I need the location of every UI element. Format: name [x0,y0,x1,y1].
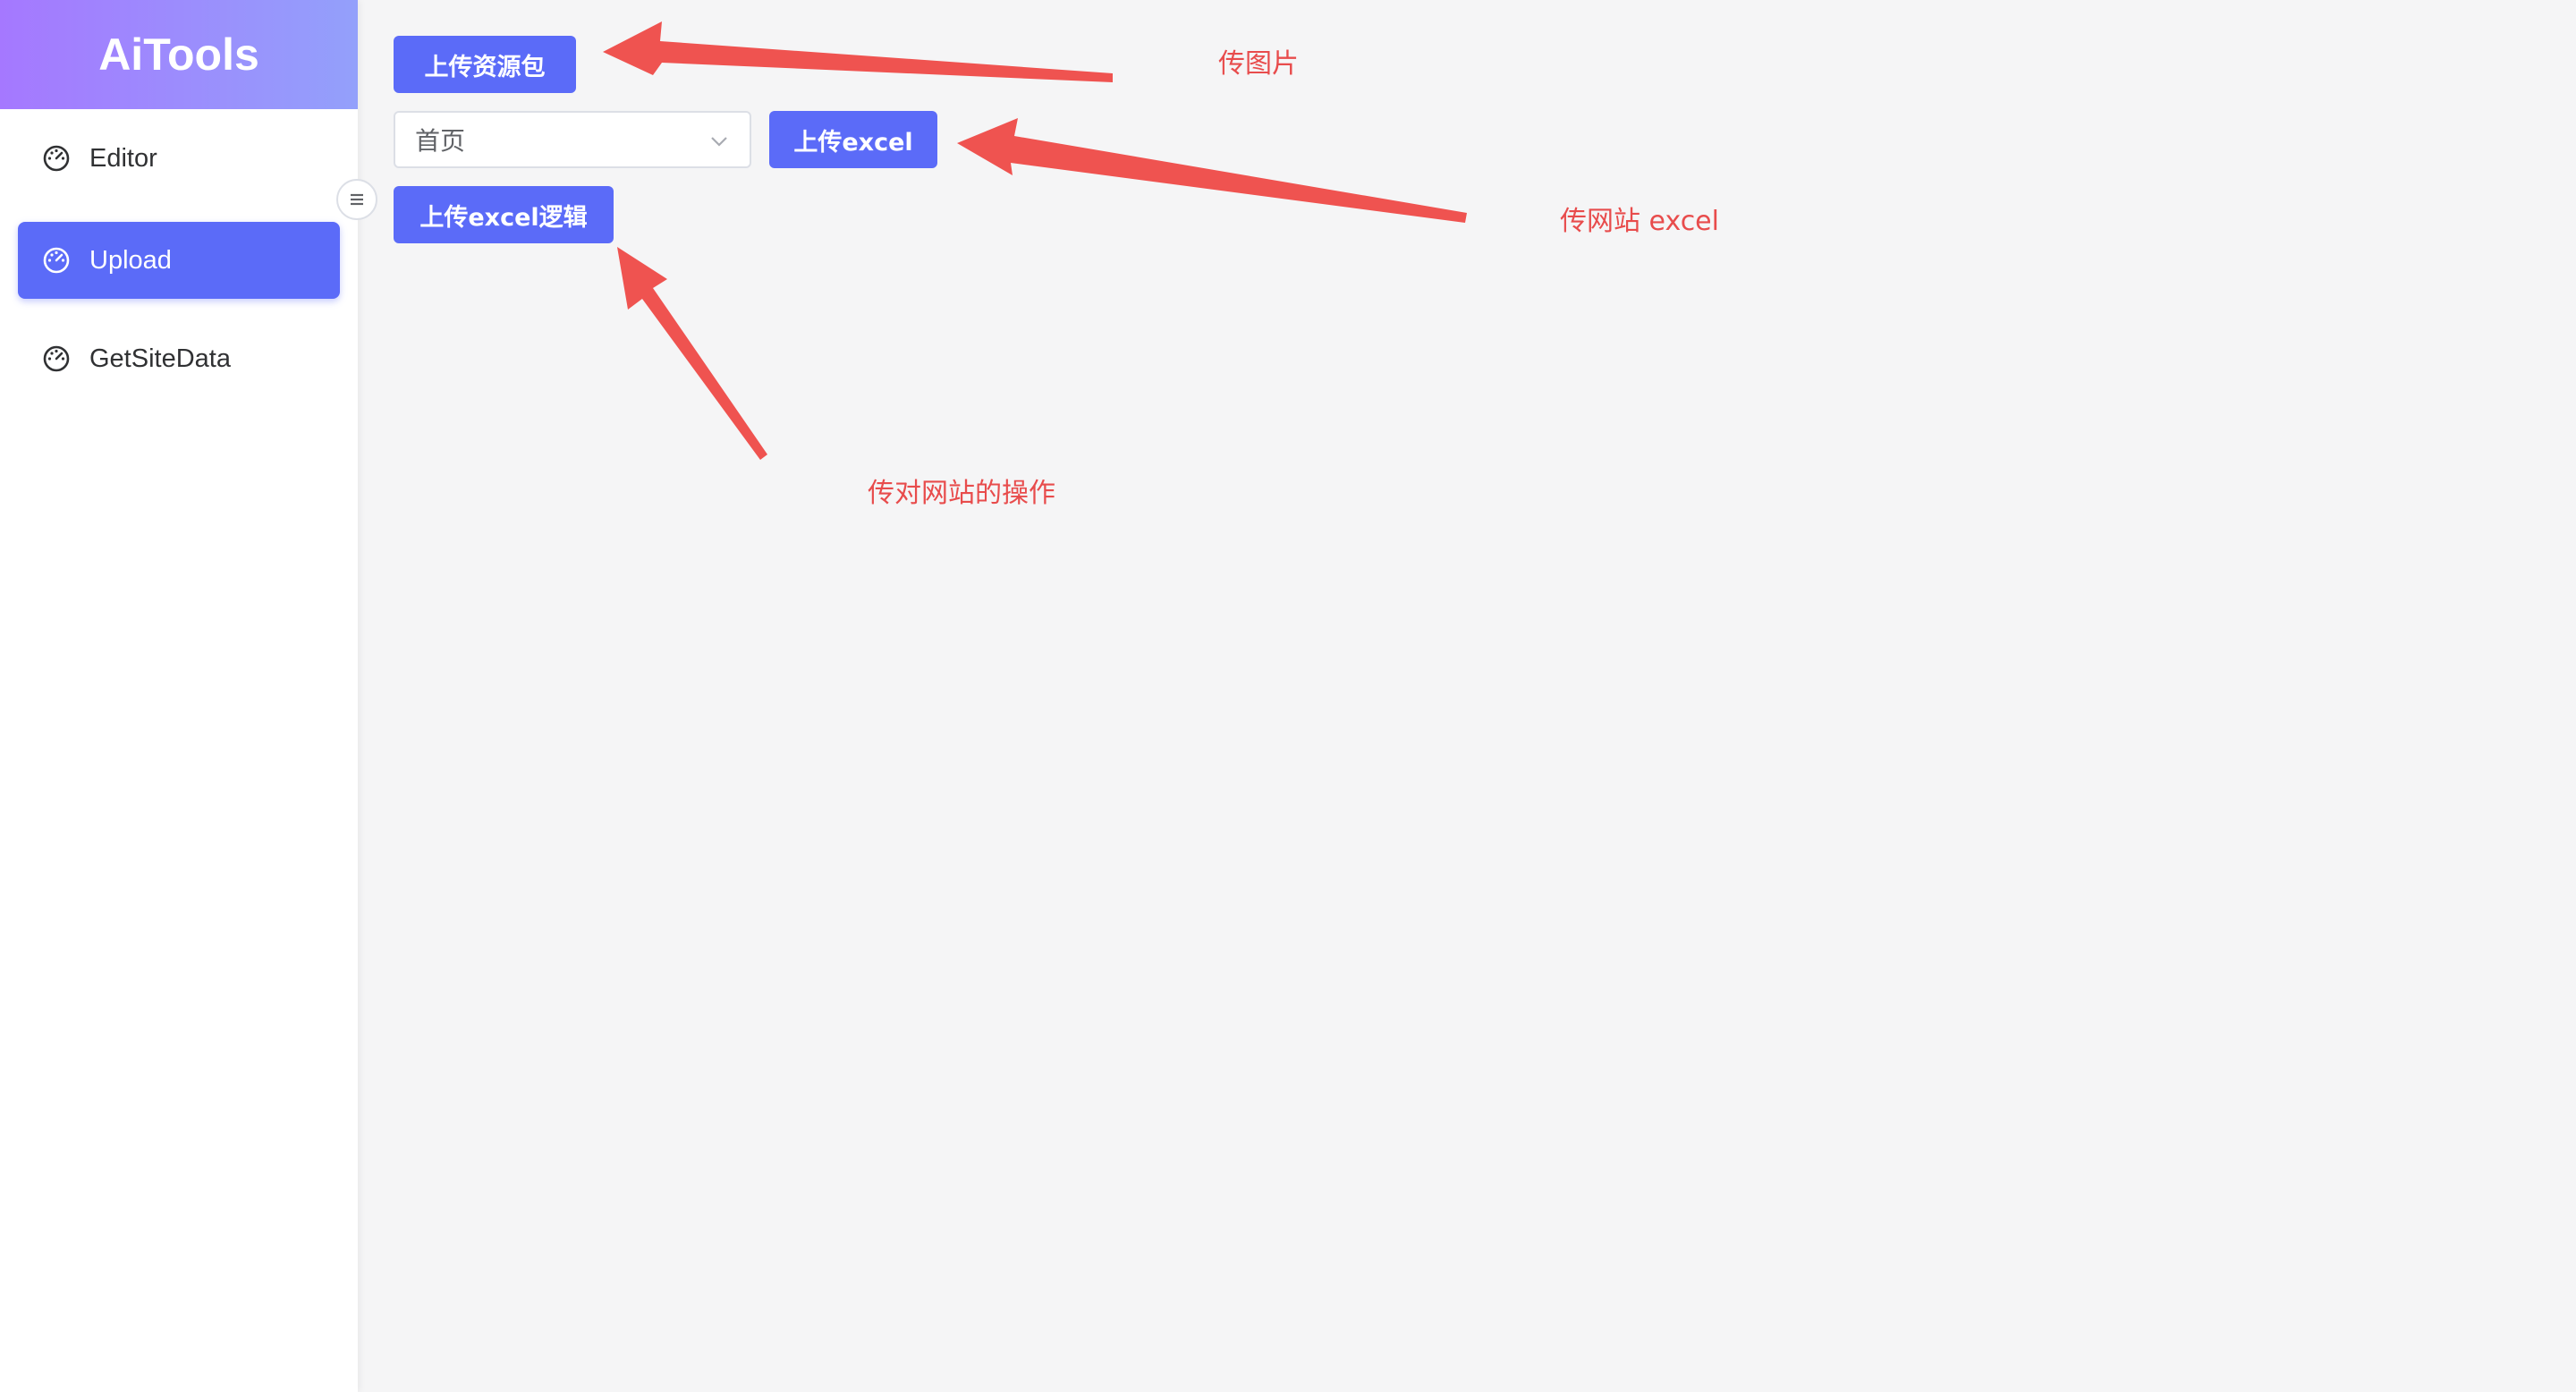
annotation-arrow-2 [957,118,1467,223]
sidebar-collapse-button[interactable] [336,179,377,220]
upload-package-button[interactable]: 上传资源包 [394,36,576,93]
sidebar-item-label: Editor [89,143,157,173]
page-select-value: 首页 [415,126,466,156]
sidebar-item-upload[interactable]: Upload [18,222,340,299]
annotation-arrow-3 [617,247,767,460]
annotation-upload-site-actions: 传对网站的操作 [868,478,1055,509]
menu-icon [347,190,367,209]
annotation-upload-site-excel: 传网站 excel [1560,206,1719,237]
sidebar: AiTools Editor Upload GetSiteData [0,0,358,1392]
sidebar-item-getsitedata[interactable]: GetSiteData [18,320,340,397]
dashboard-icon [41,245,72,276]
upload-excel-logic-button[interactable]: 上传excel逻辑 [394,186,614,243]
annotation-arrow-1 [603,21,1113,82]
sidebar-item-label: Upload [89,245,172,275]
dashboard-icon [41,344,72,374]
sidebar-item-editor[interactable]: Editor [18,120,340,197]
brand-logo-text: AiTools [98,30,259,80]
annotation-arrows [603,21,1467,460]
upload-excel-button[interactable]: 上传excel [769,111,937,168]
brand-header: AiTools [0,0,358,109]
chevron-down-icon [708,131,730,152]
annotation-upload-images: 传图片 [1218,48,1299,80]
sidebar-item-label: GetSiteData [89,344,231,373]
page-select[interactable]: 首页 [394,111,751,168]
dashboard-icon [41,143,72,174]
